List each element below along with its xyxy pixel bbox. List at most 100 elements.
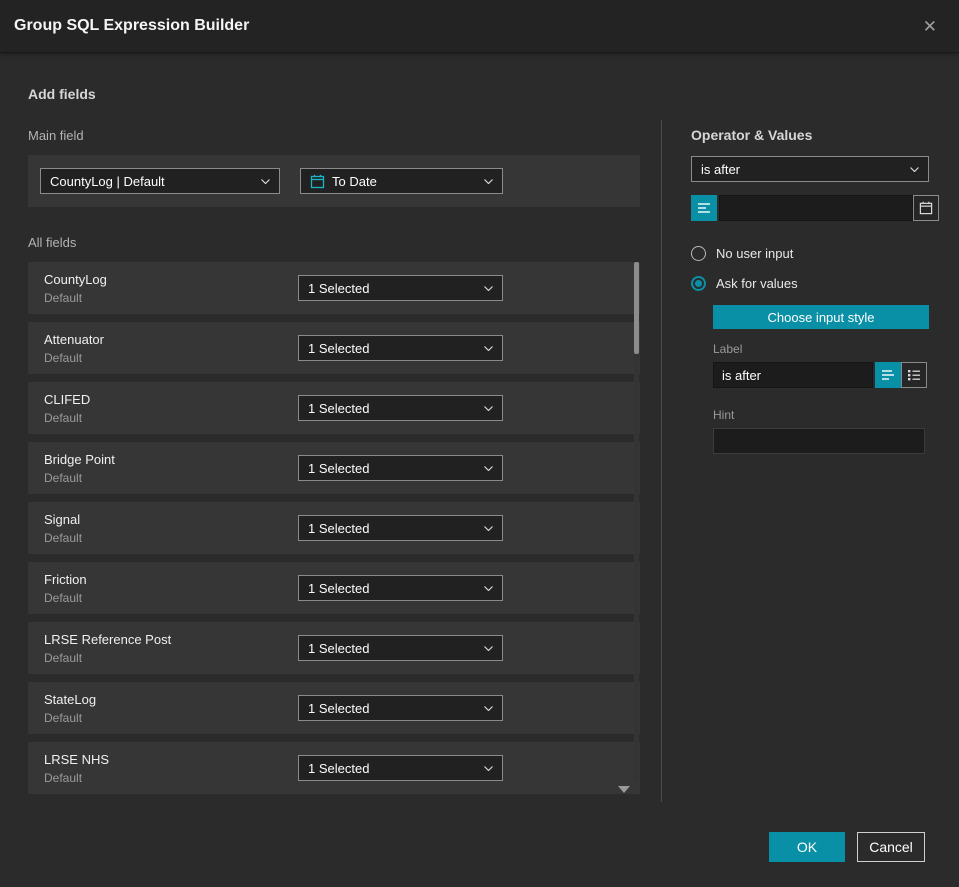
- field-name: Friction: [44, 571, 87, 587]
- single-line-style-button[interactable]: [875, 362, 901, 388]
- radio-label: No user input: [716, 245, 794, 261]
- field-info: CLIFED Default: [44, 392, 298, 425]
- field-selected-dropdown[interactable]: 1 Selected: [298, 455, 503, 481]
- field-name: CLIFED: [44, 391, 91, 407]
- field-selected-text: 1 Selected: [308, 340, 370, 356]
- field-row: LRSE NHS Default 1 Selected: [28, 742, 640, 794]
- field-row: StateLog Default 1 Selected: [28, 682, 640, 734]
- field-name: Attenuator: [44, 331, 104, 347]
- scroll-down-icon: [618, 786, 630, 793]
- field-selected-dropdown[interactable]: 1 Selected: [298, 275, 503, 301]
- field-name: StateLog: [44, 691, 97, 707]
- choose-input-style-button[interactable]: Choose input style: [713, 305, 929, 329]
- field-selected-text: 1 Selected: [308, 520, 370, 536]
- value-input[interactable]: [719, 195, 913, 221]
- add-fields-heading: Add fields: [28, 86, 96, 102]
- field-row: LRSE Reference Post Default 1 Selected: [28, 622, 640, 674]
- operator-values-heading: Operator & Values: [691, 127, 813, 143]
- main-field-select-value: CountyLog | Default: [50, 173, 165, 189]
- label-input-row: [713, 362, 929, 388]
- field-row: Friction Default 1 Selected: [28, 562, 640, 614]
- radio-label: Ask for values: [716, 275, 798, 291]
- chevron-down-icon: [484, 705, 493, 711]
- cancel-button[interactable]: Cancel: [857, 832, 925, 862]
- field-selected-text: 1 Selected: [308, 700, 370, 716]
- field-name: CountyLog: [44, 271, 107, 287]
- main-field-select[interactable]: CountyLog | Default: [40, 168, 280, 194]
- ask-for-values-radio[interactable]: Ask for values: [691, 273, 929, 293]
- field-selected-text: 1 Selected: [308, 580, 370, 596]
- close-icon[interactable]: ✕: [919, 14, 941, 39]
- field-info: Signal Default: [44, 512, 298, 545]
- field-name: Bridge Point: [44, 451, 115, 467]
- chevron-down-icon: [484, 465, 493, 471]
- field-name: Signal: [44, 511, 81, 527]
- all-fields-list: CountyLog Default 1 Selected Attenuator …: [28, 262, 640, 794]
- field-selected-dropdown[interactable]: 1 Selected: [298, 515, 503, 541]
- chevron-down-icon: [261, 178, 270, 184]
- add-fields-section: Add fields Main field CountyLog | Defaul…: [28, 86, 640, 802]
- all-fields-list-wrap: CountyLog Default 1 Selected Attenuator …: [28, 262, 640, 794]
- field-info: LRSE Reference Post Default: [44, 632, 298, 665]
- calendar-button[interactable]: [913, 195, 939, 221]
- chevron-down-icon: [484, 585, 493, 591]
- field-info: Attenuator Default: [44, 332, 298, 365]
- field-selected-dropdown[interactable]: 1 Selected: [298, 635, 503, 661]
- label-field-label: Label: [713, 342, 743, 356]
- main-field-label: Main field: [28, 128, 84, 143]
- field-info: StateLog Default: [44, 692, 298, 725]
- list-icon: [697, 202, 711, 214]
- hint-input[interactable]: [713, 428, 925, 454]
- chevron-down-icon: [484, 645, 493, 651]
- field-subtitle: Default: [44, 590, 83, 605]
- ok-button[interactable]: OK: [769, 832, 845, 862]
- field-info: Bridge Point Default: [44, 452, 298, 485]
- vertical-divider: [661, 120, 662, 802]
- chevron-down-icon: [484, 345, 493, 351]
- hint-field-label: Hint: [713, 408, 735, 422]
- main-field-panel: CountyLog | Default To Date: [28, 155, 640, 207]
- value-row: [691, 195, 939, 221]
- no-user-input-radio[interactable]: No user input: [691, 243, 929, 263]
- user-input-radio-group: No user input Ask for values: [691, 243, 929, 293]
- field-row: CLIFED Default 1 Selected: [28, 382, 640, 434]
- operator-select-value: is after: [701, 161, 741, 177]
- main-field-type-select[interactable]: To Date: [300, 168, 503, 194]
- field-info: Friction Default: [44, 572, 298, 605]
- field-selected-dropdown[interactable]: 1 Selected: [298, 575, 503, 601]
- field-subtitle: Default: [44, 470, 83, 485]
- calendar-icon: [310, 174, 325, 189]
- chevron-down-icon: [484, 285, 493, 291]
- operator-values-section: Operator & Values is after No user input…: [691, 127, 939, 454]
- chevron-down-icon: [910, 166, 919, 172]
- field-selected-text: 1 Selected: [308, 760, 370, 776]
- field-subtitle: Default: [44, 650, 83, 665]
- radio-icon: [691, 275, 706, 291]
- field-selected-text: 1 Selected: [308, 280, 370, 296]
- field-selected-text: 1 Selected: [308, 640, 370, 656]
- field-subtitle: Default: [44, 530, 83, 545]
- dialog-footer: OK Cancel: [769, 832, 925, 862]
- scrollbar[interactable]: [634, 262, 639, 782]
- radio-icon: [691, 245, 706, 261]
- calendar-icon: [919, 201, 933, 215]
- field-row: Signal Default 1 Selected: [28, 502, 640, 554]
- field-selected-dropdown[interactable]: 1 Selected: [298, 395, 503, 421]
- field-selected-dropdown[interactable]: 1 Selected: [298, 695, 503, 721]
- field-selected-dropdown[interactable]: 1 Selected: [298, 755, 503, 781]
- scrollbar-thumb[interactable]: [634, 262, 639, 354]
- field-name: LRSE NHS: [44, 751, 110, 767]
- field-subtitle: Default: [44, 290, 83, 305]
- field-row: Attenuator Default 1 Selected: [28, 322, 640, 374]
- chevron-down-icon: [484, 765, 493, 771]
- list-style-button[interactable]: [901, 362, 927, 388]
- field-row: Bridge Point Default 1 Selected: [28, 442, 640, 494]
- label-input[interactable]: [713, 362, 873, 388]
- dialog-header: Group SQL Expression Builder ✕: [0, 0, 959, 52]
- value-list-toggle-button[interactable]: [691, 195, 717, 221]
- chevron-down-icon: [484, 405, 493, 411]
- field-selected-dropdown[interactable]: 1 Selected: [298, 335, 503, 361]
- operator-select[interactable]: is after: [691, 156, 929, 182]
- bulleted-list-icon: [907, 369, 921, 381]
- all-fields-label: All fields: [28, 235, 77, 250]
